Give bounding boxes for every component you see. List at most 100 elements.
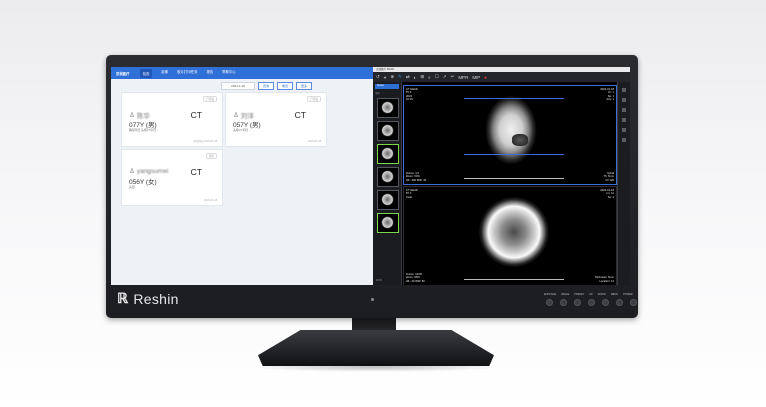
tool-icon[interactable]: [622, 138, 626, 142]
series-thumbnail[interactable]: [377, 190, 399, 210]
window-level-icon[interactable]: ◐: [414, 75, 417, 80]
overlay-top-left: CT HEAD 8Y F 2024 10:15: [406, 88, 418, 101]
monitor-base: [258, 330, 494, 366]
pan-icon[interactable]: ⇄: [406, 74, 410, 80]
control-label: ENHANCE: [544, 293, 557, 296]
tool-icon[interactable]: [622, 88, 626, 92]
slice-line[interactable]: [464, 98, 564, 99]
magnify-icon[interactable]: ⌕: [428, 75, 431, 80]
app-logo: 京润医疗: [116, 71, 130, 76]
study-description: 头颅CT平扫 ...: [233, 128, 252, 132]
reshin-logo-icon: ℝ: [117, 290, 129, 306]
overlay-top-right: 2024-01-18 Im: 1 Se: 1 Acq: 1: [600, 88, 614, 101]
series-thumbnail[interactable]: [377, 213, 399, 233]
nav-item-print[interactable]: 胶片打印任务: [177, 69, 197, 78]
up-button[interactable]: [588, 299, 595, 306]
person-icon: ♙: [233, 112, 239, 119]
viewer-right-toolbar: [617, 82, 630, 285]
series-panel: Series 序列 10:15: [373, 82, 402, 285]
series-thumbnail[interactable]: [377, 167, 399, 187]
control-label: PRESET: [574, 293, 585, 296]
monitor-control-labels: ENHANCE IMAGE PRESET UP DOWN MENU POWER: [544, 293, 633, 296]
status-badge: 已签发: [203, 96, 217, 102]
preset-button[interactable]: [574, 299, 581, 306]
control-label: POWER: [623, 293, 633, 296]
crosshair-icon[interactable]: ⌖: [384, 75, 387, 80]
modality-label: CT: [190, 167, 202, 177]
scale-ruler: [464, 178, 564, 179]
enhance-button[interactable]: [546, 299, 553, 306]
study-date: 2024-01-18: [308, 140, 321, 143]
more-button[interactable]: 更多: [296, 82, 313, 90]
series-panel-header: Series: [375, 84, 399, 89]
series-thumbnail[interactable]: [377, 121, 399, 141]
floor-shadow: [250, 362, 502, 372]
control-label: DOWN: [597, 293, 606, 296]
status-badge: 已签发: [307, 96, 321, 102]
series-panel-footer: 10:15: [376, 280, 382, 282]
reset-button[interactable]: 重置: [277, 82, 294, 90]
record-icon[interactable]: ⏺: [484, 75, 486, 80]
modality-label: CT: [294, 110, 306, 120]
skull-lateral-image: [486, 94, 538, 174]
down-button[interactable]: [602, 299, 609, 306]
mpr-button[interactable]: MPR: [458, 75, 468, 80]
status-badge: 待审: [205, 153, 217, 159]
monitor-control-buttons: [546, 299, 637, 306]
study-description: 胸部平扫 头颅CT平扫 ...: [129, 128, 159, 132]
worklist-topbar: 京润医疗 检查 影像 胶片打印任务 报告 帮助中心 ⚙ 🔔 ●: [111, 67, 630, 285]
cut-icon[interactable]: ✂: [451, 74, 455, 80]
power-button[interactable]: [630, 299, 637, 306]
scale-ruler: [464, 279, 564, 280]
image-button[interactable]: [560, 299, 567, 306]
overlay-bottom-right: Thickness: 5mm Location: 12: [594, 276, 614, 283]
control-label: UP: [589, 293, 593, 296]
nav-item-images[interactable]: 影像: [161, 69, 168, 78]
slice-line[interactable]: [464, 154, 564, 155]
rotate-icon[interactable]: ↺: [376, 74, 380, 80]
person-icon: ♙: [129, 112, 135, 119]
power-led: [371, 298, 374, 301]
layout-icon[interactable]: ⊞: [420, 74, 424, 80]
patient-name: ♙ yangsumei: [129, 167, 169, 176]
overlay-bottom-right: Spiral Th: 5mm kV 120: [603, 172, 614, 182]
brand-logo: ℝ Reshin: [117, 290, 179, 307]
mip-button[interactable]: MIP: [472, 75, 480, 80]
series-thumbnail[interactable]: [377, 144, 399, 164]
roi-icon[interactable]: ☐: [435, 74, 439, 80]
annotate-icon[interactable]: ✎: [398, 74, 402, 80]
filter-bar: 2024-1-18 查询 重置 更多: [221, 82, 313, 90]
tool-icon[interactable]: [622, 98, 626, 102]
overlay-top-right: 2024-01-18 Im: 12 Se: 2: [600, 189, 614, 199]
overlay-top-left: CT HEAD 8Y F Axial: [406, 189, 418, 199]
tool-icon[interactable]: [622, 128, 626, 132]
overlay-bottom-left: Frame: 1/1 Zoom: 50% WL: 400 WW: 40: [406, 172, 427, 182]
viewport-axial[interactable]: CT HEAD 8Y F Axial 2024-01-18 Im: 12 Se:…: [403, 186, 617, 285]
arrow-icon[interactable]: ↗: [443, 74, 447, 80]
viewer-toolbar: ↺ ⌖ ⊕ ✎ ⇄ ◐ ⊞ ⌕ ☐ ↗ ✂ MPR MIP ⏺: [373, 72, 630, 82]
study-card[interactable]: 待审 ♙ yangsumei CT 056Y (女) 头部 2024-01-18: [121, 149, 223, 206]
series-thumbnail[interactable]: [377, 98, 399, 118]
worklist-app: 京润医疗 检查 影像 胶片打印任务 报告 帮助中心 ⚙ 🔔 ● 2024-1-1…: [111, 67, 630, 285]
search-button[interactable]: 查询: [258, 82, 275, 90]
study-date: 2024-01-18: [204, 199, 217, 202]
nav-item-exam[interactable]: 检查: [139, 68, 153, 78]
zoom-icon[interactable]: ⊕: [390, 74, 394, 80]
monitor-screen: 京润医疗 检查 影像 胶片打印任务 报告 帮助中心 ⚙ 🔔 ● 2024-1-1…: [111, 67, 630, 285]
study-date: 检查时间 2024-01-18: [193, 140, 217, 143]
menu-button[interactable]: [616, 299, 623, 306]
viewport-scout[interactable]: CT HEAD 8Y F 2024 10:15 2024-01-18 Im: 1…: [403, 85, 617, 185]
control-label: IMAGE: [561, 293, 570, 296]
tool-icon[interactable]: [622, 108, 626, 112]
skull-axial-image: [479, 197, 549, 267]
nav-item-report[interactable]: 报告: [206, 69, 213, 78]
date-input[interactable]: 2024-1-18: [221, 82, 255, 90]
tool-icon[interactable]: [622, 118, 626, 122]
study-card[interactable]: 已签发 ♙ 刘洋 CT 057Y (男) 头颅CT平扫 ... 2024-01-1…: [225, 92, 327, 147]
person-icon: ♙: [129, 168, 135, 175]
study-card[interactable]: 已签发 ♙ 陈华 CT 077Y (男) 胸部平扫 头颅CT平扫 ... 检查时间…: [121, 92, 223, 147]
series-panel-label: 序列: [375, 93, 380, 95]
modality-label: CT: [190, 110, 202, 120]
brand-name: Reshin: [133, 290, 179, 307]
nav-item-help[interactable]: 帮助中心: [222, 69, 236, 78]
